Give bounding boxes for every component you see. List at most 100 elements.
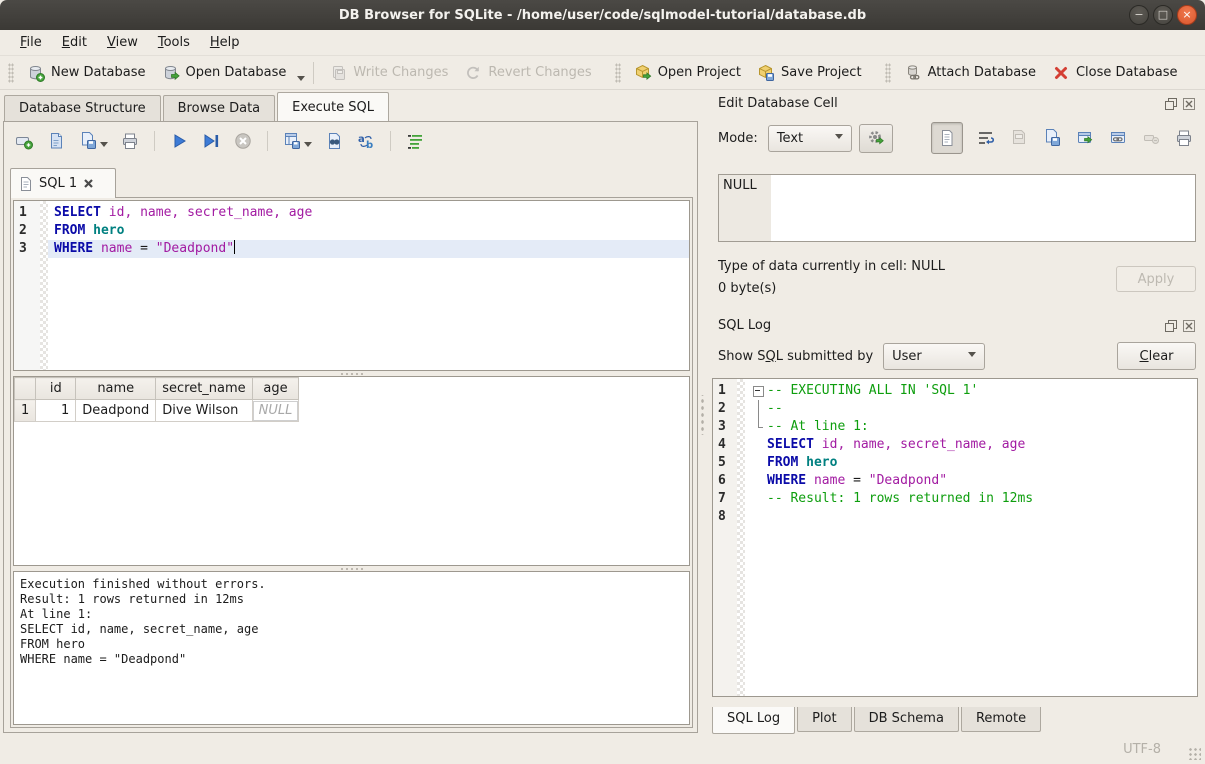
auto-switch-mode-button[interactable] <box>859 124 893 153</box>
cell-secret-name[interactable]: Dive Wilson <box>156 400 252 422</box>
cell-size-info: 0 byte(s) <box>718 281 776 296</box>
status-bar: UTF-8 <box>0 735 1205 764</box>
tab-remote[interactable]: Remote <box>961 707 1041 732</box>
stop-button <box>233 131 253 151</box>
edit-cell-title: Edit Database Cell <box>718 96 1164 111</box>
drag-handle[interactable] <box>8 63 14 83</box>
menu-view[interactable]: View <box>97 32 148 53</box>
encoding-selector[interactable]: UTF-8 <box>1123 742 1161 757</box>
open-database-dropdown-caret-icon[interactable] <box>297 76 305 85</box>
float-panel-icon[interactable] <box>1164 319 1177 332</box>
print-cell-icon[interactable] <box>1174 128 1194 148</box>
database-plus-icon <box>27 64 45 82</box>
close-database-button[interactable]: Close Database <box>1045 60 1185 86</box>
write-changes-button: Write Changes <box>322 60 455 86</box>
close-tab-icon[interactable] <box>83 178 94 189</box>
tab-database-structure[interactable]: Database Structure <box>4 95 161 121</box>
menu-file[interactable]: File <box>10 32 52 53</box>
stop-icon <box>233 131 253 151</box>
toolbar-separator <box>267 131 268 151</box>
attach-database-button[interactable]: Attach Database <box>897 60 1043 86</box>
save-dropdown-caret-icon[interactable] <box>100 142 108 151</box>
tab-sql-log[interactable]: SQL Log <box>712 707 795 734</box>
sql-document-tab[interactable]: SQL 1 <box>10 168 116 198</box>
fold-marker-icon[interactable] <box>751 382 767 400</box>
execute-line-button[interactable] <box>201 131 221 151</box>
line-number: 1 <box>718 382 737 400</box>
format-sql-button[interactable] <box>405 131 425 151</box>
close-button[interactable]: × <box>1177 5 1197 25</box>
status-line: At line 1: <box>20 607 683 622</box>
column-header-secret-name[interactable]: secret_name <box>156 378 252 400</box>
export-dropdown-caret-icon[interactable] <box>304 142 312 151</box>
tab-plot[interactable]: Plot <box>797 707 852 732</box>
status-line: SELECT id, name, secret_name, age <box>20 622 683 637</box>
export-results-button[interactable] <box>282 131 312 151</box>
editor-code-area[interactable]: SELECT id, name, secret_name, ageFROM he… <box>48 201 689 370</box>
close-panel-icon[interactable] <box>1182 319 1195 332</box>
close-window-icon: × <box>1182 9 1191 20</box>
minimize-button[interactable]: − <box>1129 5 1149 25</box>
row-header[interactable]: 1 <box>15 400 36 422</box>
log-filter-select[interactable]: User <box>883 343 985 370</box>
find-button[interactable] <box>324 131 344 151</box>
menu-tools[interactable]: Tools <box>148 32 200 53</box>
export-cell-icon[interactable] <box>1075 128 1095 148</box>
cell-mode-row: Mode: Text <box>718 123 1195 153</box>
find-icon <box>324 131 344 151</box>
link-cell-icon[interactable] <box>1108 128 1128 148</box>
drag-handle[interactable] <box>615 63 621 83</box>
svg-text:a: a <box>358 134 365 145</box>
attach-database-label: Attach Database <box>928 65 1036 80</box>
word-wrap-icon[interactable] <box>976 128 996 148</box>
close-panel-icon[interactable] <box>1182 97 1195 110</box>
resize-grip[interactable] <box>1188 747 1201 760</box>
table-row: 1 1 Deadpond Dive Wilson NULL <box>15 400 299 422</box>
clear-log-button[interactable]: Clear <box>1117 342 1196 370</box>
open-database-button[interactable]: Open Database <box>155 60 294 86</box>
execute-all-button[interactable] <box>169 131 189 151</box>
save-sql-file-button[interactable] <box>78 131 108 151</box>
results-table: id name secret_name age 1 1 Deadpond <box>14 377 299 422</box>
text-mode-button[interactable] <box>931 122 963 154</box>
revert-changes-button: Revert Changes <box>457 60 598 86</box>
maximize-button[interactable]: □ <box>1153 5 1173 25</box>
status-line: Execution finished without errors. <box>20 577 683 592</box>
fold-guide <box>751 418 767 436</box>
replace-button[interactable]: ab <box>356 131 376 151</box>
right-pane: Edit Database Cell Mode: Text <box>705 90 1205 735</box>
cell-age[interactable]: NULL <box>252 400 299 422</box>
menu-help[interactable]: Help <box>200 32 250 53</box>
minimize-icon: − <box>1134 9 1143 20</box>
toolbar-separator <box>313 62 314 84</box>
column-header-id[interactable]: id <box>36 378 76 400</box>
fold-guide <box>751 400 767 418</box>
save-project-icon <box>757 64 775 82</box>
grid-corner[interactable] <box>15 378 36 400</box>
tab-browse-data[interactable]: Browse Data <box>163 95 276 121</box>
tab-execute-sql[interactable]: Execute SQL <box>277 92 389 121</box>
drag-handle[interactable] <box>885 63 891 83</box>
menu-edit[interactable]: Edit <box>52 32 97 53</box>
sql-editor[interactable]: 123 SELECT id, name, secret_name, ageFRO… <box>13 200 690 371</box>
line-number: 3 <box>718 418 737 436</box>
save-project-button[interactable]: Save Project <box>750 60 869 86</box>
mode-select[interactable]: Text <box>768 125 852 152</box>
line-number: 8 <box>718 508 737 526</box>
cell-value-editor[interactable]: NULL <box>718 174 1196 242</box>
cell-name[interactable]: Deadpond <box>76 400 156 422</box>
open-sql-file-button[interactable] <box>46 131 66 151</box>
new-tab-button[interactable] <box>14 131 34 151</box>
window-titlebar[interactable]: DB Browser for SQLite - /home/user/code/… <box>0 0 1205 30</box>
save-cell-icon[interactable] <box>1042 128 1062 148</box>
print-button[interactable] <box>120 131 140 151</box>
open-project-button[interactable]: Open Project <box>627 60 748 86</box>
column-header-age[interactable]: age <box>252 378 299 400</box>
float-panel-icon[interactable] <box>1164 97 1177 110</box>
column-header-name[interactable]: name <box>76 378 156 400</box>
replace-icon: ab <box>356 131 376 151</box>
attach-database-icon <box>904 64 922 82</box>
cell-id[interactable]: 1 <box>36 400 76 422</box>
new-database-button[interactable]: New Database <box>20 60 153 86</box>
tab-db-schema[interactable]: DB Schema <box>854 707 959 732</box>
